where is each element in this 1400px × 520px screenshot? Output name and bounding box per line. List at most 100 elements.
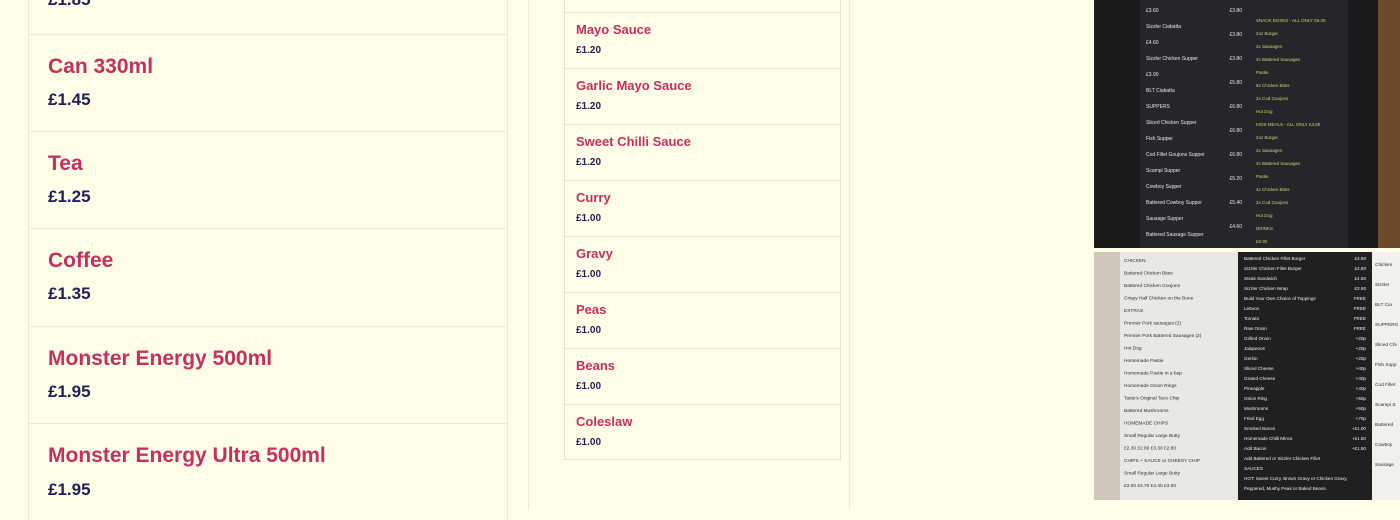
photo-menu-line: £3.80 [1229, 32, 1242, 38]
photo-menu-line: Sizzler Chicken Fillet Burger [1244, 266, 1302, 271]
photo-menu-line: Homemade Chilli Mince [1244, 436, 1293, 441]
photo-menu-line: Onion Ring [1244, 396, 1267, 401]
photo-menu-line: +£1.50 [1352, 436, 1367, 441]
sauce-item[interactable]: Mayo Sauce £1.20 [565, 12, 840, 68]
drink-item[interactable]: Can 330ml £1.45 [29, 35, 507, 132]
drink-item[interactable]: Monster Energy 500ml £1.95 [29, 327, 507, 424]
sauce-item[interactable]: Beans £1.00 [565, 348, 840, 404]
photo-menu-line: CHICKEN [1124, 258, 1146, 264]
sauce-name: Sweet Chilli Sauce [576, 134, 691, 149]
drink-price: £1.95 [48, 480, 91, 499]
sauce-price: £1.00 [576, 325, 602, 336]
sauce-item[interactable]: Garlic Mayo Sauce £1.20 [565, 68, 840, 124]
photo-menu-line: £6.80 [1229, 128, 1242, 134]
photo-menu-line: 2oz Burger [1256, 31, 1279, 36]
photo-menu-line: £3.00 £3.70 £4.40 £3.50 [1124, 483, 1176, 489]
photo-menu-line: Pineapple [1244, 386, 1265, 391]
photo-menu-line: Gerkin [1244, 356, 1258, 361]
menu-photo-bottom-image: CHICKEN Battered Chicken Bites Battered Ch… [1094, 252, 1400, 500]
drink-item[interactable]: Monster Energy Ultra 500ml £1.95 [29, 424, 507, 520]
photo-menu-line: FREE [1354, 326, 1366, 331]
photo-menu-line: £4.60 [1229, 224, 1242, 230]
photo-menu-line: £3.80 [1355, 256, 1367, 261]
photo-menu-line: Smoked Bacon [1244, 426, 1276, 431]
photo-menu-line: +50p [1356, 406, 1367, 411]
photo-menu-line: 2oz Burger [1256, 135, 1279, 140]
photo-menu-line: +20p [1356, 346, 1367, 351]
photo-menu-line: Taste's Original Taco Chip [1124, 396, 1180, 402]
photo-menu-line: SAUCES [1244, 466, 1263, 471]
drink-item[interactable]: Tea £1.25 [29, 132, 507, 229]
sauce-item[interactable]: Gravy £1.00 [565, 236, 840, 292]
sauce-name: Mayo Sauce [576, 22, 652, 37]
photo-menu-line: Sliced Chicken Supper [1146, 120, 1197, 126]
sauce-name: Beans [576, 358, 616, 373]
photo-menu-line: Homemade Onion Rings [1124, 383, 1177, 389]
photo-menu-line: Battered Chicken Bites [1124, 271, 1173, 277]
drink-name: Monster Energy Ultra 500ml [48, 444, 326, 467]
photo-menu-line: 2x Cod Goujons [1256, 200, 1289, 205]
photo-menu-line: £3.80 [1229, 8, 1242, 14]
photo-menu-line: +40p [1356, 366, 1367, 371]
photo-menu-line: £3.60 [1146, 8, 1159, 14]
sauce-name: Coleslaw [576, 414, 633, 429]
photo-menu-line: BLT Cia [1375, 302, 1392, 308]
photo-menu-line: Sausage [1375, 462, 1394, 468]
sauce-price: £1.00 [576, 213, 602, 224]
drink-item[interactable]: £1.85 [29, 0, 507, 35]
photo-menu-line: Scampi Supper [1146, 168, 1181, 174]
photo-menu-line: 2x Sausages [1256, 148, 1283, 153]
photo-menu-line: £5.80 [1229, 80, 1242, 86]
photo-menu-line: £3.80 [1229, 56, 1242, 62]
photo-menu-line: £4.60 [1146, 40, 1159, 46]
photo-menu-line: SNACK BOXES - ALL ONLY £6.30 [1256, 18, 1326, 23]
photo-menu-line: Fish Supper [1146, 136, 1173, 142]
photo-menu-line: EXTRAS [1124, 308, 1143, 314]
photo-menu-line: Crispy Half Chicken on the Bone [1124, 296, 1194, 302]
photo-menu-line: Battered Chicken Fillet Burger [1244, 256, 1306, 261]
photo-menu-line: 2x Sausages [1256, 44, 1283, 49]
photo-menu-line: Sizzler Ciabatta [1146, 24, 1181, 30]
photo-menu-line: Jalapenos [1244, 346, 1266, 351]
photo-menu-line: HOMEMADE CHIPS [1124, 421, 1168, 427]
photo-menu-line: £5.20 [1229, 176, 1242, 182]
menu-photo-bottom[interactable]: CHICKEN Battered Chicken Bites Battered Ch… [1094, 252, 1400, 500]
sauce-item[interactable]: Curry £1.00 [565, 180, 840, 236]
sauce-price: £1.00 [576, 437, 602, 448]
photo-menu-line: SUPPERS [1375, 322, 1398, 328]
drink-name: Can 330ml [48, 55, 154, 78]
sauce-item[interactable]: Coleslaw £1.00 [565, 404, 840, 460]
drinks-panel: £1.85 Can 330ml £1.45 Tea £1.25 Coffee £… [28, 0, 508, 520]
photo-menu-line: Homemade Pastie in a bap [1124, 371, 1182, 377]
sauce-name: Garlic Mayo Sauce [576, 78, 692, 93]
photo-menu-line: Homemade Pastie [1124, 358, 1164, 364]
photo-menu-line: £6.80 [1229, 104, 1242, 110]
photo-menu-line: Battered [1375, 422, 1393, 428]
drink-price: £1.45 [48, 90, 91, 109]
photo-menu-line: FREE [1354, 306, 1366, 311]
sauce-item[interactable]: Sweet Chilli Sauce £1.20 [565, 124, 840, 180]
sauces-panel: Mayo Sauce £1.20 Garlic Mayo Sauce £1.20… [528, 0, 850, 510]
photo-menu-line: Sizzler Chicken Supper [1146, 56, 1198, 62]
photo-menu-line: +70p [1356, 416, 1367, 421]
photo-menu-line: FREE [1354, 316, 1366, 321]
photo-menu-line: FREE [1354, 296, 1366, 301]
photo-menu-line: Grilled Onion [1244, 336, 1271, 341]
sauce-item[interactable]: Peas £1.00 [565, 292, 840, 348]
photo-menu-line: Hot Dog [1124, 346, 1142, 352]
photo-menu-line: Sliced Chi [1375, 342, 1397, 348]
photo-menu-line: 4x Chicken Bites [1256, 187, 1290, 192]
photo-menu-line: £2.30 £2.80 £3.30 £2.80 [1124, 446, 1176, 452]
menu-photo-top[interactable]: £3.60 Sizzler Ciabatta £4.60 Sizzler Chicke… [1094, 0, 1400, 248]
drink-price: £1.35 [48, 284, 91, 303]
photo-menu-line: 2x Battered Sausages [1256, 161, 1301, 166]
drink-item[interactable]: Coffee £1.35 [29, 229, 507, 327]
photo-menu-line: Add Battered or Sizzler Chicken Fillet [1244, 456, 1321, 461]
photo-menu-line: Battered Chicken Goujons [1124, 283, 1181, 289]
photo-menu-line: DRINKS [1256, 226, 1273, 231]
drink-price: £1.85 [48, 0, 91, 10]
photo-menu-line: Cowboy Supper [1146, 184, 1182, 190]
photo-menu-line: £3.90 [1146, 72, 1159, 78]
photo-menu-line: SUPPERS [1146, 104, 1171, 110]
photo-menu-line: Sizzler [1375, 282, 1390, 288]
